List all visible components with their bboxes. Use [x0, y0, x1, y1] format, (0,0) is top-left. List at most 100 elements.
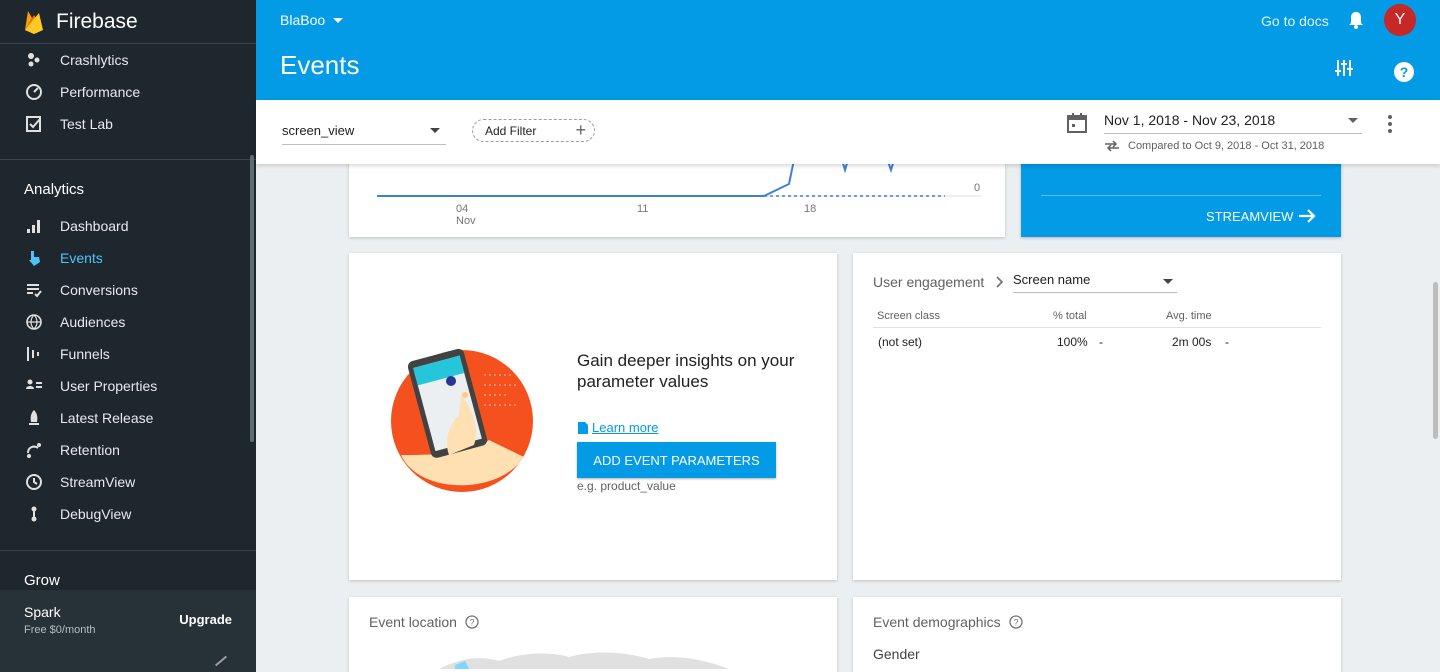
add-filter-button[interactable]: Add Filter + — [472, 119, 595, 142]
sidebar-item-funnels[interactable]: Funnels — [0, 338, 256, 370]
example-hint: e.g. product_value — [577, 479, 676, 493]
divider — [1041, 195, 1321, 196]
more-vert-icon[interactable] — [1386, 114, 1394, 139]
screen-name-select[interactable]: Screen name — [1013, 272, 1177, 293]
sidebar-item-debugview[interactable]: DebugView — [0, 498, 256, 530]
funnels-icon — [24, 344, 44, 364]
engagement-table: Screen class % total Avg. time (not set)… — [873, 303, 1321, 358]
sidebar-item-label: StreamView — [60, 474, 136, 490]
project-name: BlaBoo — [280, 12, 326, 28]
engagement-header: User engagement — [873, 274, 1014, 290]
bell-icon[interactable] — [1346, 10, 1366, 35]
sidebar-item-test-lab[interactable]: Test Lab — [0, 108, 256, 140]
card-header: Event demographics ? — [873, 614, 1023, 630]
y-tick-label: 0 — [974, 182, 980, 194]
section-grow: Grow — [24, 572, 60, 589]
document-icon — [578, 421, 588, 434]
go-to-docs-link[interactable]: Go to docs — [1261, 13, 1329, 29]
sidebar-item-latest-release[interactable]: Latest Release — [0, 402, 256, 434]
sidebar-item-crashlytics[interactable]: Crashlytics — [0, 44, 256, 76]
chevron-right-icon — [996, 276, 1004, 288]
date-range-select[interactable]: Nov 1, 2018 - Nov 23, 2018 — [1104, 112, 1362, 134]
page-scrollbar[interactable] — [1433, 282, 1438, 439]
sidebar-item-label: Events — [60, 250, 103, 266]
page-title: Events — [280, 50, 360, 80]
event-demographics-card: Event demographics ? Gender — [853, 597, 1341, 672]
event-location-card: Event location ? — [349, 597, 837, 672]
user-properties-icon — [24, 376, 44, 396]
sidebar-scrollbar[interactable] — [250, 155, 254, 442]
streamview-icon — [24, 472, 44, 492]
brand[interactable]: Firebase — [0, 0, 256, 44]
promo-title: Gain deeper insights on your parameter v… — [577, 351, 795, 391]
project-selector[interactable]: BlaBoo — [280, 12, 344, 28]
cell-pct-total: 100% — [1057, 335, 1088, 349]
tune-icon[interactable] — [1334, 58, 1354, 83]
sidebar-item-dashboard[interactable]: Dashboard — [0, 210, 256, 242]
collapse-icon[interactable] — [214, 655, 228, 667]
sidebar-item-audiences[interactable]: Audiences — [0, 306, 256, 338]
crashlytics-icon — [24, 50, 44, 70]
calendar-icon[interactable] — [1066, 112, 1088, 139]
event-select[interactable]: screen_view — [282, 116, 446, 145]
plan-footer: Spark Free $0/month Upgrade — [0, 590, 256, 672]
sidebar-item-label: User Properties — [60, 378, 158, 394]
sidebar-item-label: Test Lab — [60, 116, 113, 132]
audiences-icon — [24, 312, 44, 332]
streamview-link[interactable]: STREAMVIEW — [1206, 209, 1293, 224]
sidebar-item-label: Retention — [60, 442, 120, 458]
column-header: % total — [1053, 310, 1087, 322]
svg-text:?: ? — [469, 618, 474, 628]
event-demographics-title: Event demographics — [873, 614, 1001, 630]
arrow-right-icon — [1297, 206, 1317, 231]
help-outline-icon[interactable]: ? — [465, 615, 479, 629]
avatar[interactable]: Y — [1384, 4, 1416, 36]
help-outline-icon[interactable]: ? — [1008, 615, 1023, 629]
dropdown-arrow-icon — [1348, 118, 1358, 123]
add-filter-label: Add Filter — [485, 124, 537, 138]
sidebar-item-user-properties[interactable]: User Properties — [0, 370, 256, 402]
brand-name: Firebase — [56, 9, 138, 33]
sidebar-item-label: Funnels — [60, 346, 110, 362]
divider — [0, 159, 256, 160]
event-parameters-promo-card: Gain deeper insights on your parameter v… — [349, 253, 837, 580]
events-icon — [24, 248, 44, 268]
divider — [0, 550, 256, 551]
column-header: Avg. time — [1166, 310, 1212, 322]
sidebar-item-conversions[interactable]: Conversions — [0, 274, 256, 306]
dropdown-arrow-icon — [1163, 279, 1173, 284]
cell-time-change: - — [1225, 335, 1229, 349]
sidebar-item-streamview[interactable]: StreamView — [0, 466, 256, 498]
section-analytics: Analytics — [24, 181, 85, 198]
plus-icon: + — [575, 120, 586, 140]
retention-icon — [24, 440, 44, 460]
x-tick-label: 11 — [637, 203, 648, 215]
plan-price: Free $0/month — [24, 624, 96, 636]
compare-arrows-icon — [1105, 140, 1119, 152]
sidebar-item-events[interactable]: Events — [0, 242, 256, 274]
screen-name-select-value: Screen name — [1013, 272, 1091, 287]
sidebar-item-performance[interactable]: Performance — [0, 76, 256, 108]
upgrade-button[interactable]: Upgrade — [179, 612, 232, 627]
add-event-parameters-button[interactable]: ADD EVENT PARAMETERS — [577, 442, 776, 478]
svg-text:?: ? — [1013, 618, 1018, 628]
cell-avg-time: 2m 00s — [1172, 335, 1212, 349]
compare-range: Compared to Oct 9, 2018 - Oct 31, 2018 — [1104, 140, 1324, 152]
dashboard-icon — [24, 216, 44, 236]
sidebar: Firebase Crashlytics Performance Test La… — [0, 0, 256, 672]
help-icon[interactable]: ? — [1394, 62, 1414, 87]
learn-more-link[interactable]: Learn more — [578, 420, 658, 435]
sidebar-item-retention[interactable]: Retention — [0, 434, 256, 466]
phone-illustration — [391, 348, 533, 492]
filter-bar: screen_view Add Filter + Nov 1, 2018 - N… — [256, 100, 1440, 164]
compare-text: Compared to Oct 9, 2018 - Oct 31, 2018 — [1128, 140, 1325, 152]
x-tick-sublabel: Nov — [456, 215, 476, 227]
plan-name: Spark — [24, 604, 61, 620]
test-lab-icon — [24, 114, 44, 134]
firebase-logo-icon — [25, 10, 43, 34]
table-row[interactable]: (not set) 100% - 2m 00s - — [873, 328, 1321, 358]
cell-screen-class: (not set) — [878, 335, 923, 349]
card-header: Event location ? — [369, 614, 479, 630]
sidebar-item-label: Dashboard — [60, 218, 129, 234]
date-range-value: Nov 1, 2018 - Nov 23, 2018 — [1104, 112, 1276, 128]
